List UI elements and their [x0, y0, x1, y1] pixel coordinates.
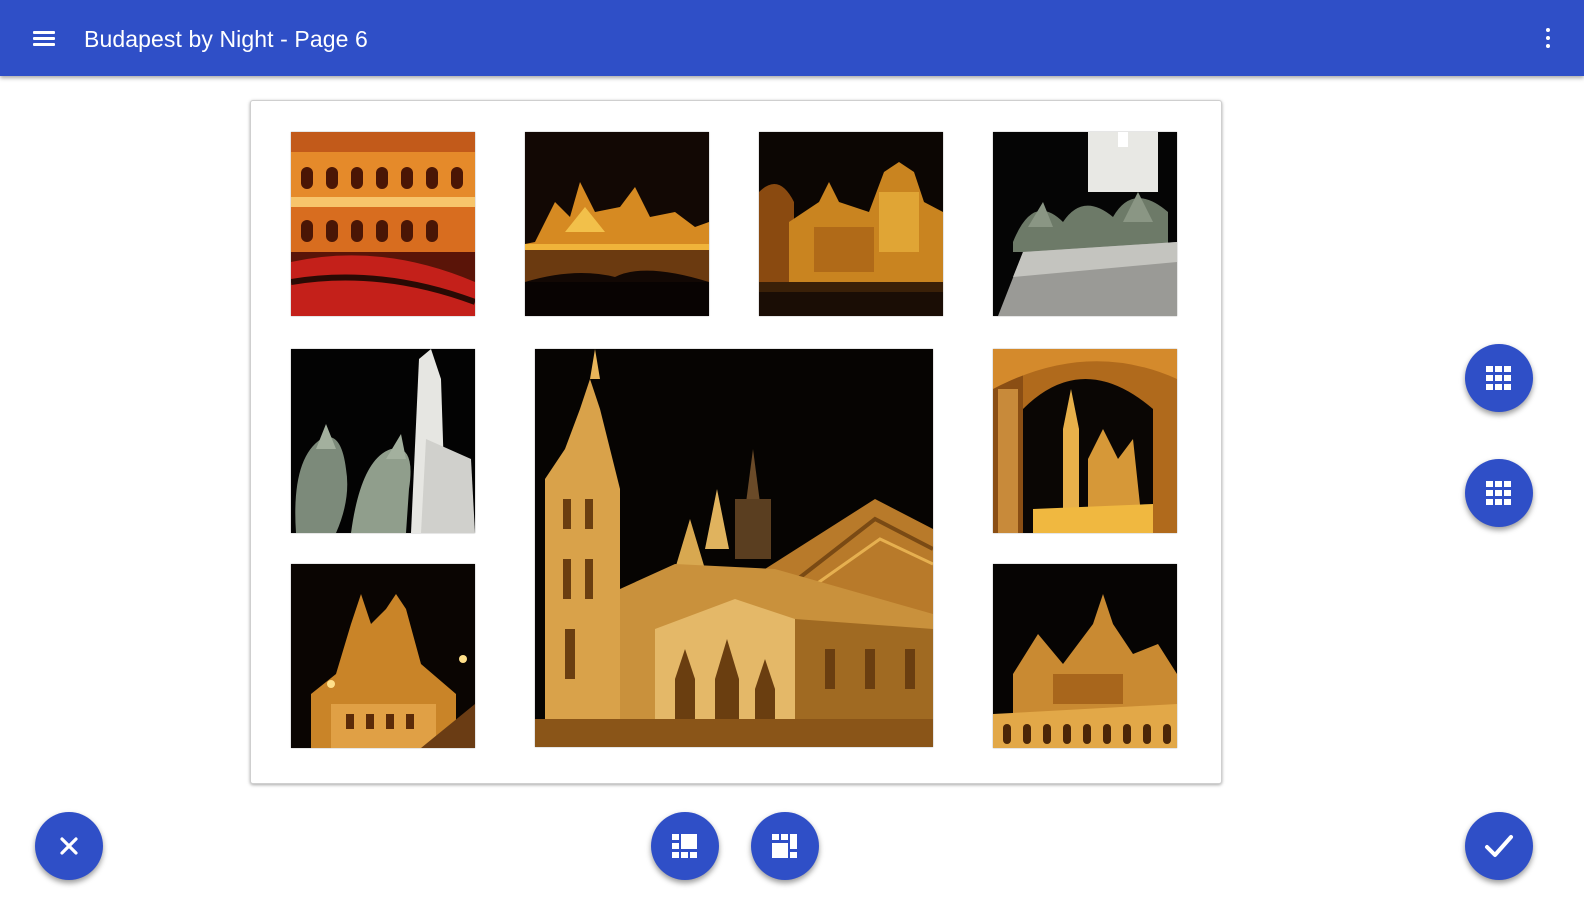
- menu-icon[interactable]: [30, 25, 58, 51]
- grid-layout-icon: [1486, 366, 1511, 390]
- check-icon: [1485, 835, 1513, 857]
- close-icon: [60, 837, 78, 855]
- grid-layout-icon: [672, 834, 697, 858]
- photo-horse-statues[interactable]: [291, 349, 475, 533]
- layout-option-button-2[interactable]: [1465, 459, 1533, 527]
- photo-gothic-church[interactable]: [535, 349, 933, 747]
- confirm-button[interactable]: [1465, 812, 1533, 880]
- photo-opera-interior[interactable]: [291, 132, 475, 316]
- photo-church-through-arch[interactable]: [993, 349, 1177, 533]
- app-bar: Budapest by Night - Page 6: [0, 0, 1584, 76]
- layout-option-button-3[interactable]: [651, 812, 719, 880]
- photo-bastion-towers[interactable]: [291, 564, 475, 748]
- grid-layout-alt-icon: [772, 834, 797, 858]
- photo-statues-pedestal[interactable]: [993, 132, 1177, 316]
- photo-illuminated-building[interactable]: [759, 132, 943, 316]
- collage-card: [250, 100, 1222, 784]
- cancel-button[interactable]: [35, 812, 103, 880]
- layout-option-button-1[interactable]: [1465, 344, 1533, 412]
- page-title: Budapest by Night - Page 6: [84, 26, 368, 52]
- grid-layout-icon: [1486, 481, 1511, 505]
- photo-castle-facade[interactable]: [993, 564, 1177, 748]
- layout-option-button-4[interactable]: [751, 812, 819, 880]
- more-vert-icon[interactable]: [1542, 26, 1554, 52]
- photo-castle-lake[interactable]: [525, 132, 709, 316]
